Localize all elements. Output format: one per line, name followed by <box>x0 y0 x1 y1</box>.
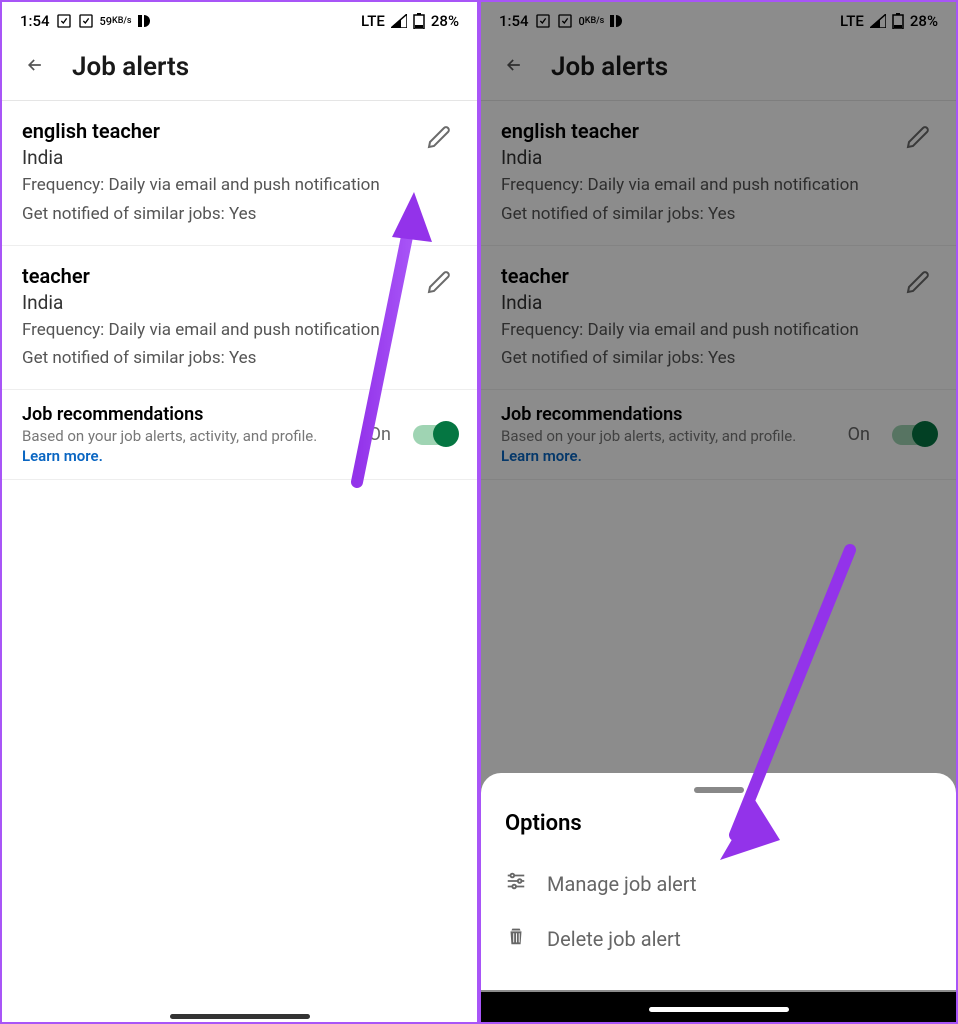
status-time: 1:54 <box>20 12 50 30</box>
sliders-icon <box>505 870 527 897</box>
alert-title: teacher <box>22 264 457 288</box>
sheet-item-label: Manage job alert <box>547 872 697 896</box>
recommendations-row: Job recommendations Based on your job al… <box>2 390 477 480</box>
phone-right: 1:54 0KB/s LTE 28% Job alerts english te… <box>479 0 958 1024</box>
alert-card-1[interactable]: teacher India Frequency: Daily via email… <box>2 246 477 391</box>
recommendations-subtitle: Based on your job alerts, activity, and … <box>22 427 357 445</box>
manage-job-alert-item[interactable]: Manage job alert <box>505 856 932 911</box>
status-icon-cast1 <box>56 13 72 29</box>
alert-card-0[interactable]: english teacher India Frequency: Daily v… <box>2 101 477 246</box>
pencil-icon[interactable] <box>427 270 451 298</box>
phone-left: 1:54 59KB/s LTE 28% Job alerts english t… <box>0 0 479 1024</box>
page-title: Job alerts <box>72 52 189 82</box>
trash-icon <box>505 925 527 952</box>
alert-location: India <box>22 146 457 169</box>
alert-frequency: Frequency: Daily via email and push noti… <box>22 174 457 198</box>
alert-similar: Get notified of similar jobs: Yes <box>22 347 457 371</box>
recommendations-title: Job recommendations <box>22 404 357 425</box>
sheet-title: Options <box>505 811 932 836</box>
battery-icon <box>413 13 425 29</box>
status-battery: 28% <box>431 12 459 30</box>
options-bottom-sheet: Options Manage job alert Delete job aler… <box>481 773 956 990</box>
pencil-icon[interactable] <box>427 125 451 153</box>
nav-handle[interactable] <box>170 1014 310 1019</box>
nav-bar[interactable] <box>481 992 956 1022</box>
status-icon-id <box>138 15 154 27</box>
alert-title: english teacher <box>22 119 457 143</box>
sheet-item-label: Delete job alert <box>547 927 681 951</box>
alert-frequency: Frequency: Daily via email and push noti… <box>22 319 457 343</box>
back-icon[interactable] <box>22 52 48 82</box>
alert-location: India <box>22 291 457 314</box>
status-network: LTE <box>361 12 385 30</box>
recommendations-status: On <box>369 424 391 445</box>
delete-job-alert-item[interactable]: Delete job alert <box>505 911 932 966</box>
alert-similar: Get notified of similar jobs: Yes <box>22 203 457 227</box>
learn-more-link[interactable]: Learn more. <box>22 447 357 465</box>
app-header: Job alerts <box>2 38 477 101</box>
signal-icon <box>391 14 407 28</box>
status-speed: 59KB/s <box>100 16 132 27</box>
status-icon-cast2 <box>78 13 94 29</box>
status-bar: 1:54 59KB/s LTE 28% <box>2 2 477 38</box>
recommendations-toggle[interactable] <box>413 425 457 445</box>
sheet-handle[interactable] <box>694 787 744 793</box>
